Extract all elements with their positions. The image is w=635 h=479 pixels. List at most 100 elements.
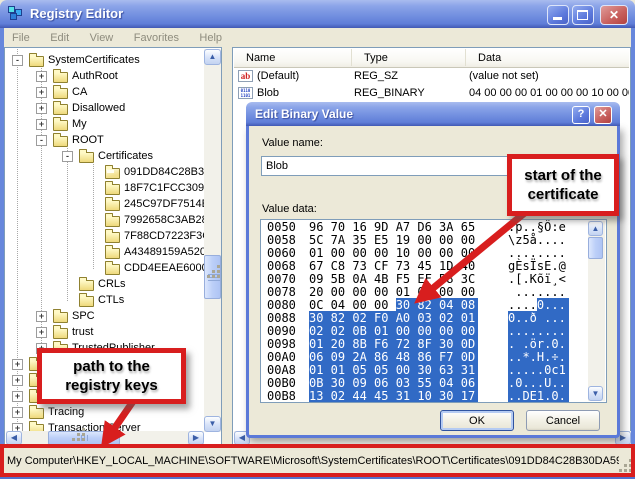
folder-icon <box>53 328 68 339</box>
tree-item-ca[interactable]: CA <box>6 84 204 100</box>
tree-item-label: Disallowed <box>72 102 125 114</box>
scroll-left-button[interactable] <box>6 431 22 445</box>
tree-item-label: 7F88CD7223F3C81 <box>124 230 204 242</box>
value-type: REG_BINARY <box>354 87 425 99</box>
tree-item-root[interactable]: ROOT <box>6 132 204 148</box>
hex-row: 00800C 04 00 00 30 82 04 08....0... <box>261 298 606 311</box>
scroll-down-button[interactable] <box>204 416 221 432</box>
expand-icon[interactable] <box>36 71 47 82</box>
close-button[interactable] <box>600 5 628 25</box>
tree-item-label: CA <box>72 86 87 98</box>
value-data: (value not set) <box>469 70 539 82</box>
tree-item-authroot[interactable]: AuthRoot <box>6 68 204 84</box>
menu-view[interactable]: View <box>82 29 122 44</box>
folder-icon <box>53 88 68 99</box>
collapse-icon[interactable] <box>12 55 23 66</box>
tree-item-certificate-key[interactable]: 245C97DF7514E7C <box>6 196 204 212</box>
scroll-up-button[interactable] <box>588 221 603 236</box>
tree-item-certificate-key[interactable]: 7992658C3AB2892 <box>6 212 204 228</box>
expand-icon[interactable] <box>36 87 47 98</box>
tree-item-spc[interactable]: SPC <box>6 308 204 324</box>
expand-icon[interactable] <box>36 119 47 130</box>
tree-item-certificate-key[interactable]: 18F7C1FCC309020 <box>6 180 204 196</box>
value-data-label: Value data: <box>262 203 317 215</box>
scrollbar-thumb[interactable] <box>48 431 120 445</box>
tree-item-tracing[interactable]: Tracing <box>6 404 204 420</box>
tree-item-label: SystemCertificates <box>48 54 140 66</box>
ok-button[interactable]: OK <box>440 410 514 431</box>
tree-item-label: 091DD84C28B30DA <box>124 166 204 178</box>
hex-offset: 0098 <box>267 337 296 351</box>
collapse-icon[interactable] <box>36 135 47 146</box>
value-name: Blob <box>257 87 279 99</box>
expand-icon[interactable] <box>12 375 23 386</box>
dialog-title-bar[interactable]: Edit Binary Value <box>246 102 620 126</box>
tree-item-label: Certificates <box>98 150 153 162</box>
value-data: 04 00 00 00 01 00 00 00 10 00 00 <box>469 87 629 99</box>
folder-icon <box>29 408 44 419</box>
window-title: Registry Editor <box>30 6 123 21</box>
maximize-button[interactable] <box>572 5 594 25</box>
value-row-blob[interactable]: Blob REG_BINARY 04 00 00 00 01 00 00 00 … <box>234 85 629 102</box>
hex-row: 00B813 02 44 45 31 10 30 17..DE1.0. <box>261 389 606 402</box>
minimize-button[interactable] <box>547 5 569 25</box>
expand-icon[interactable] <box>12 391 23 402</box>
hex-vertical-scrollbar[interactable] <box>588 221 605 401</box>
hex-offset: 0058 <box>267 233 296 247</box>
folder-icon <box>105 248 120 259</box>
tree-item-certificate-key[interactable]: CDD4EEAE6000AC7 <box>6 260 204 276</box>
menu-favorites[interactable]: Favorites <box>126 29 187 44</box>
tree-item-label: 7992658C3AB2892 <box>124 214 204 226</box>
expand-icon[interactable] <box>12 407 23 418</box>
resize-grip-icon[interactable] <box>620 460 632 472</box>
collapse-icon[interactable] <box>62 151 73 162</box>
hex-offset: 0078 <box>267 285 296 299</box>
hex-row: 008830 82 02 F0 A0 03 02 010..ð ... <box>261 311 606 324</box>
tree-item-certificate-key[interactable]: A43489159A520F0 <box>6 244 204 260</box>
tree-item-ctls[interactable]: CTLs <box>6 292 204 308</box>
scroll-up-button[interactable] <box>204 49 221 65</box>
value-type: REG_SZ <box>354 70 398 82</box>
tree-item-certificates[interactable]: Certificates <box>6 148 204 164</box>
menu-edit[interactable]: Edit <box>42 29 77 44</box>
folder-icon <box>29 56 44 67</box>
cancel-button[interactable]: Cancel <box>526 410 600 431</box>
tree-item-label: ROOT <box>72 134 104 146</box>
value-data-hex-editor[interactable]: 005096 70 16 9D A7 D6 3A 65.p..§Ö:e 0058… <box>260 219 607 403</box>
expand-icon[interactable] <box>12 359 23 370</box>
folder-icon <box>105 264 120 275</box>
column-header-data[interactable]: Data <box>466 49 631 66</box>
tree-item-certificate-key[interactable]: 091DD84C28B30DA <box>6 164 204 180</box>
expand-icon[interactable] <box>36 311 47 322</box>
tree-vertical-scrollbar[interactable] <box>204 49 221 432</box>
column-header-type[interactable]: Type <box>352 49 466 66</box>
tree-item-label: 245C97DF7514E7C <box>124 198 204 210</box>
menu-help[interactable]: Help <box>191 29 230 44</box>
scroll-down-button[interactable] <box>588 386 603 401</box>
status-bar: My Computer\HKEY_LOCAL_MACHINE\SOFTWARE\… <box>0 447 635 476</box>
folder-icon <box>53 104 68 115</box>
help-button[interactable] <box>572 106 590 124</box>
column-header-name[interactable]: Name <box>234 49 352 66</box>
tree-item-trust[interactable]: trust <box>6 324 204 340</box>
list-header: Name Type Data <box>234 49 629 68</box>
dialog-close-button[interactable] <box>594 106 612 124</box>
scrollbar-thumb[interactable] <box>588 237 603 259</box>
hex-offset: 0088 <box>267 311 296 325</box>
binary-value-icon <box>238 87 253 99</box>
tree-item-disallowed[interactable]: Disallowed <box>6 100 204 116</box>
scroll-right-button[interactable] <box>188 431 204 445</box>
tree-item-certificate-key[interactable]: 7F88CD7223F3C81 <box>6 228 204 244</box>
expand-icon[interactable] <box>36 103 47 114</box>
title-bar[interactable]: Registry Editor <box>0 0 635 28</box>
tree-item-systemcertificates[interactable]: SystemCertificates <box>6 52 204 68</box>
tree-horizontal-scrollbar[interactable] <box>6 431 204 445</box>
menu-file[interactable]: File <box>4 29 38 44</box>
expand-icon[interactable] <box>36 327 47 338</box>
folder-icon <box>79 280 94 291</box>
value-row-default[interactable]: (Default) REG_SZ (value not set) <box>234 68 629 85</box>
scrollbar-thumb[interactable] <box>204 255 221 299</box>
tree-item-my[interactable]: My <box>6 116 204 132</box>
tree-item-crls[interactable]: CRLs <box>6 276 204 292</box>
hex-row: 00585C 7A 35 E5 19 00 00 00\z5å.... <box>261 233 606 246</box>
